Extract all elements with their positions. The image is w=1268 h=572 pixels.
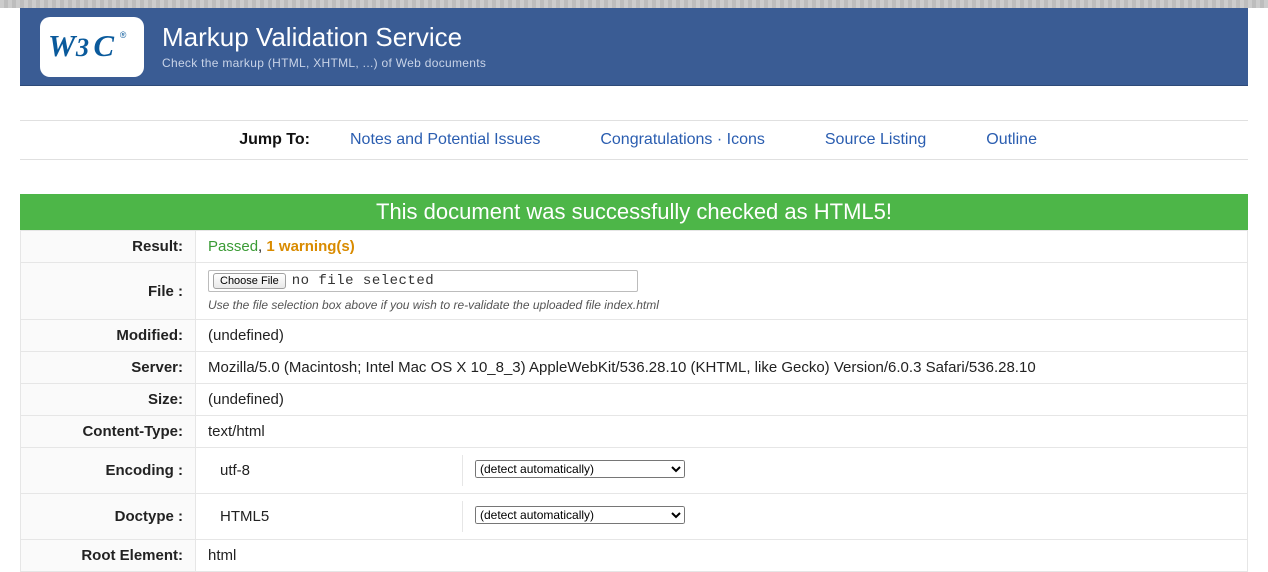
row-modified: Modified: (undefined) xyxy=(21,320,1248,352)
doctype-select[interactable]: (detect automatically) xyxy=(475,506,685,524)
row-size: Size: (undefined) xyxy=(21,384,1248,416)
jump-to-label: Jump To: xyxy=(20,131,350,149)
w3c-logo: W 3 C ® xyxy=(40,17,144,77)
jump-link-source-listing[interactable]: Source Listing xyxy=(825,131,926,149)
w3c-logo-svg: W 3 C ® xyxy=(48,25,136,69)
row-content-type: Content-Type: text/html xyxy=(21,416,1248,448)
row-root-element: Root Element: html xyxy=(21,540,1248,572)
modified-value: (undefined) xyxy=(196,320,1248,352)
row-file: File : Choose File no file selected Use … xyxy=(21,263,1248,320)
row-encoding: Encoding : utf-8 (detect automatically) xyxy=(21,448,1248,494)
choose-file-button[interactable]: Choose File xyxy=(213,273,286,289)
page-title: Markup Validation Service xyxy=(162,23,486,52)
file-hint: Use the file selection box above if you … xyxy=(208,298,1235,312)
content-type-value: text/html xyxy=(196,416,1248,448)
svg-text:®: ® xyxy=(120,30,127,40)
success-banner: This document was successfully checked a… xyxy=(20,194,1248,230)
encoding-select[interactable]: (detect automatically) xyxy=(475,460,685,478)
window-top-strip xyxy=(0,0,1268,8)
results-table: Result: Passed, 1 warning(s) File : Choo… xyxy=(20,230,1248,572)
doctype-label: Doctype : xyxy=(21,494,196,540)
row-result: Result: Passed, 1 warning(s) xyxy=(21,231,1248,263)
row-server: Server: Mozilla/5.0 (Macintosh; Intel Ma… xyxy=(21,352,1248,384)
svg-text:C: C xyxy=(93,28,114,62)
result-passed: Passed xyxy=(208,238,258,255)
size-value: (undefined) xyxy=(196,384,1248,416)
content-type-label: Content-Type: xyxy=(21,416,196,448)
page-subtitle: Check the markup (HTML, XHTML, ...) of W… xyxy=(162,56,486,70)
jump-link-outline[interactable]: Outline xyxy=(986,131,1037,149)
no-file-selected-text: no file selected xyxy=(292,273,434,289)
encoding-value: utf-8 xyxy=(208,455,463,486)
jump-link-congratulations[interactable]: Congratulations · Icons xyxy=(600,131,765,149)
root-element-label: Root Element: xyxy=(21,540,196,572)
file-label: File : xyxy=(21,263,196,320)
root-element-value: html xyxy=(196,540,1248,572)
size-label: Size: xyxy=(21,384,196,416)
file-input-wrapper[interactable]: Choose File no file selected xyxy=(208,270,638,292)
encoding-label: Encoding : xyxy=(21,448,196,494)
server-label: Server: xyxy=(21,352,196,384)
svg-text:3: 3 xyxy=(75,31,89,61)
modified-label: Modified: xyxy=(21,320,196,352)
server-value: Mozilla/5.0 (Macintosh; Intel Mac OS X 1… xyxy=(196,352,1248,384)
result-label: Result: xyxy=(21,231,196,263)
jump-to-bar: Jump To: Notes and Potential Issues Cong… xyxy=(20,120,1248,160)
doctype-value: HTML5 xyxy=(208,501,463,532)
result-warnings: 1 warning(s) xyxy=(266,238,354,255)
svg-text:W: W xyxy=(48,28,78,62)
site-header: W 3 C ® Markup Validation Service Check … xyxy=(20,8,1248,86)
jump-link-notes[interactable]: Notes and Potential Issues xyxy=(350,131,540,149)
row-doctype: Doctype : HTML5 (detect automatically) xyxy=(21,494,1248,540)
